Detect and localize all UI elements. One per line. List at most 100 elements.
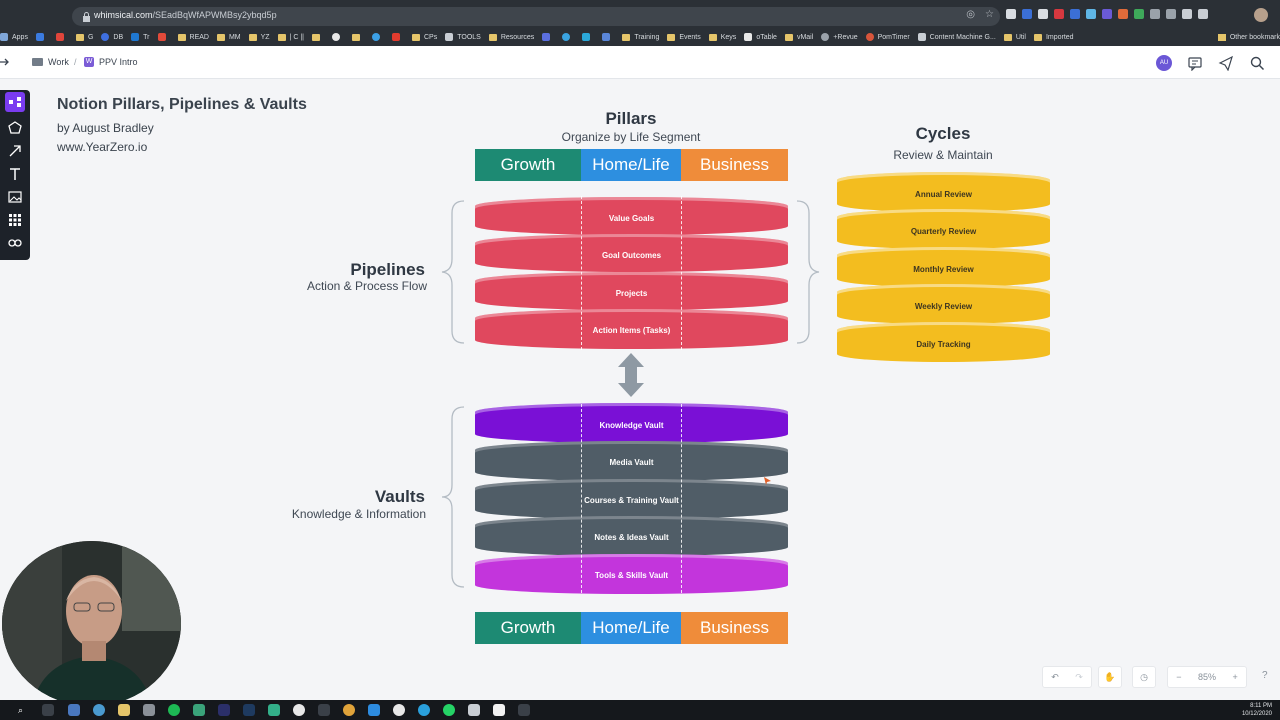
bookmark-cps[interactable]: CPs [412, 33, 437, 41]
pipeline-goal-outcomes[interactable]: Goal Outcomes [475, 234, 788, 272]
app-icon[interactable] [193, 704, 205, 716]
shape-tool[interactable] [5, 118, 25, 138]
breadcrumb-folder[interactable]: Work [32, 57, 69, 67]
vault-courses-training[interactable]: Courses & Training Vault [475, 479, 788, 519]
notion-icon[interactable] [493, 704, 505, 716]
cycle-quarterly-review[interactable]: Quarterly Review [837, 209, 1050, 249]
bookmark-events[interactable]: Events [667, 33, 701, 41]
image-tool[interactable] [5, 187, 25, 207]
pan-button[interactable]: ✋ [1098, 666, 1122, 688]
bookmark-read[interactable]: READ [177, 33, 209, 41]
bookmark-folder[interactable] [352, 33, 364, 41]
zoom-level[interactable]: 85% [1198, 672, 1216, 682]
bookmark-vmail[interactable]: vMail [784, 33, 813, 41]
search-icon[interactable]: ⌕ [18, 704, 30, 716]
bookmark-calendar[interactable] [35, 33, 48, 41]
spotify-icon[interactable] [168, 704, 180, 716]
app-icon[interactable] [68, 704, 80, 716]
extension-icon[interactable] [1182, 9, 1192, 19]
share-icon[interactable] [1218, 55, 1234, 71]
flowchart-tool[interactable] [5, 92, 25, 112]
zoom-app-icon[interactable] [368, 704, 380, 716]
vault-knowledge[interactable]: Knowledge Vault [475, 403, 788, 443]
bookmark-sc[interactable] [602, 33, 614, 41]
bookmark-util[interactable]: Util [1003, 33, 1026, 41]
cycle-annual-review[interactable]: Annual Review [837, 172, 1050, 212]
chrome-icon[interactable] [343, 704, 355, 716]
bookmark-otable[interactable]: oTable [744, 33, 777, 41]
app-icon[interactable] [93, 704, 105, 716]
bookmark-g[interactable]: G [75, 33, 93, 41]
cycle-monthly-review[interactable]: Monthly Review [837, 247, 1050, 287]
bookmark-keys[interactable]: Keys [708, 33, 736, 41]
bookmark-folder[interactable] [312, 33, 324, 41]
app-icon[interactable] [268, 704, 280, 716]
grid-tool[interactable] [5, 210, 25, 230]
segment-business[interactable]: Business [681, 612, 788, 644]
bookmark-yz[interactable]: YZ [248, 33, 270, 41]
bookmark-revue[interactable]: +Revue [821, 33, 858, 41]
bookmark-youtube[interactable] [392, 33, 404, 41]
help-button[interactable]: ? [1262, 670, 1268, 681]
pipeline-action-items[interactable]: Action Items (Tasks) [475, 309, 788, 349]
app-icon[interactable] [518, 704, 530, 716]
bookmark-twitter[interactable] [372, 33, 384, 41]
bookmark-resources[interactable]: Resources [488, 33, 534, 41]
app-icon[interactable] [393, 704, 405, 716]
bookmark-s[interactable] [542, 33, 554, 41]
system-clock[interactable]: 8:11 PM 10/12/2020 [1242, 702, 1272, 718]
vault-notes-ideas[interactable]: Notes & Ideas Vault [475, 516, 788, 556]
extension-icon[interactable] [1198, 9, 1208, 19]
segment-growth[interactable]: Growth [475, 612, 581, 644]
bookmark-mm[interactable]: MM [216, 33, 241, 41]
target-icon[interactable]: ◎ [966, 9, 975, 20]
comment-icon[interactable] [1187, 55, 1203, 71]
vault-media[interactable]: Media Vault [475, 441, 788, 481]
extension-icon[interactable] [1006, 9, 1016, 19]
extension-icon[interactable] [1118, 9, 1128, 19]
history-button[interactable]: ◷ [1132, 666, 1156, 688]
extension-icon[interactable] [1054, 9, 1064, 19]
text-tool[interactable] [5, 164, 25, 184]
whatsapp-icon[interactable] [443, 704, 455, 716]
redo-icon[interactable]: ↷ [1075, 672, 1083, 683]
bookmark-tools[interactable]: TOOLS [445, 33, 481, 41]
bookmark-sync[interactable] [562, 33, 574, 41]
bookmark-tr[interactable]: Tr [131, 33, 150, 41]
cycle-daily-tracking[interactable]: Daily Tracking [837, 322, 1050, 362]
bookmark-apps[interactable]: Apps [0, 33, 28, 41]
extension-icon[interactable] [1038, 9, 1048, 19]
extension-icon[interactable] [1166, 9, 1176, 19]
task-view-icon[interactable] [42, 704, 54, 716]
zoom-out-icon[interactable]: − [1176, 672, 1181, 682]
undo-icon[interactable]: ↶ [1051, 672, 1059, 683]
extension-icon[interactable] [1070, 9, 1080, 19]
pipeline-projects[interactable]: Projects [475, 272, 788, 310]
bookmark-training[interactable]: Training [622, 33, 659, 41]
cycle-weekly-review[interactable]: Weekly Review [837, 284, 1050, 324]
bookmark-gmail[interactable] [55, 33, 68, 41]
vault-tools-skills[interactable]: Tools & Skills Vault [475, 554, 788, 594]
extension-icon[interactable] [1086, 9, 1096, 19]
bookmark-db[interactable]: DB [101, 33, 123, 41]
link-tool[interactable] [5, 233, 25, 253]
star-icon[interactable]: ☆ [985, 9, 994, 20]
bookmark-blue[interactable] [582, 33, 594, 41]
photoshop-icon[interactable] [243, 704, 255, 716]
user-avatar[interactable]: AU [1156, 55, 1172, 71]
arrow-tool[interactable] [5, 141, 25, 161]
profile-avatar[interactable] [1254, 8, 1268, 22]
pipeline-value-goals[interactable]: Value Goals [475, 197, 788, 235]
bookmark-pomtimer[interactable]: PomTimer [865, 33, 910, 41]
bookmark-c[interactable]: | C || [277, 33, 304, 41]
extension-icon[interactable] [1102, 9, 1112, 19]
extension-icon[interactable] [1134, 9, 1144, 19]
zoom-in-icon[interactable]: + [1232, 672, 1237, 682]
app-icon[interactable] [293, 704, 305, 716]
collapse-icon[interactable] [0, 57, 10, 67]
search-icon[interactable] [1249, 55, 1265, 71]
bookmark-content-machine[interactable]: Content Machine G... [917, 33, 996, 41]
file-explorer-icon[interactable] [118, 704, 130, 716]
premiere-icon[interactable] [218, 704, 230, 716]
bookmark-misc[interactable] [157, 33, 170, 41]
